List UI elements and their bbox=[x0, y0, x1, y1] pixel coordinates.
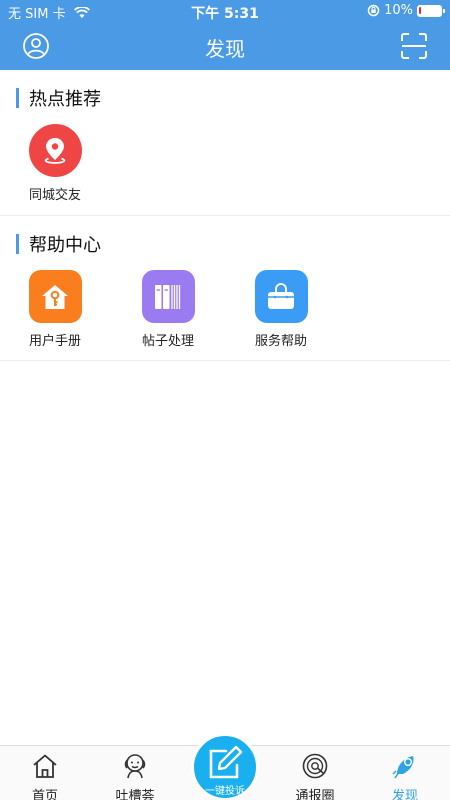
edit-pencil-icon bbox=[209, 745, 243, 779]
tab-notices[interactable]: 通报圈 bbox=[270, 746, 360, 800]
tile-label: 服务帮助 bbox=[254, 334, 307, 349]
battery-percent: 10% bbox=[384, 3, 413, 18]
tab-discover[interactable]: 发现 bbox=[360, 746, 450, 800]
tile-icon-bg bbox=[141, 270, 195, 323]
status-right: 10% bbox=[367, 3, 445, 18]
books-icon bbox=[155, 284, 181, 309]
section-accent-bar bbox=[16, 234, 19, 254]
tile-label: 用户手册 bbox=[28, 334, 81, 349]
tile-icon-bg bbox=[28, 124, 82, 177]
tab-label: 首页 bbox=[31, 789, 58, 800]
hot-recommend-section: 热点推荐 同城交友 bbox=[0, 70, 450, 216]
bag-icon bbox=[268, 282, 294, 309]
help-center-section: 帮助中心 用户手册 帖子处理 服务帮助 bbox=[0, 216, 450, 361]
battery-level bbox=[419, 6, 421, 14]
scan-icon bbox=[401, 33, 427, 59]
home-icon bbox=[33, 754, 57, 778]
tile-icon-bg bbox=[28, 270, 82, 323]
tab-complaints[interactable]: 吐槽荟 bbox=[90, 746, 180, 800]
tile-local-friends[interactable]: 同城交友 bbox=[15, 124, 95, 203]
record-icon bbox=[302, 753, 328, 779]
rocket-icon bbox=[392, 756, 414, 779]
house-key-icon bbox=[42, 284, 68, 309]
page-title: 发现 bbox=[205, 37, 245, 61]
section-header: 热点推荐 bbox=[16, 88, 101, 110]
location-pin-icon bbox=[44, 137, 66, 164]
nav-bar: 发现 bbox=[0, 24, 450, 70]
section-accent-bar bbox=[16, 88, 19, 108]
center-button-label: 一键投诉 bbox=[205, 786, 245, 797]
section-title: 帮助中心 bbox=[29, 235, 101, 256]
scan-button[interactable] bbox=[400, 32, 428, 60]
tile-service-help[interactable]: 服务帮助 bbox=[241, 270, 321, 349]
app-header: 无 SIM 卡 下午 5:31 10% 发现 bbox=[0, 0, 450, 70]
tab-label: 吐槽荟 bbox=[115, 789, 155, 800]
tile-user-manual[interactable]: 用户手册 bbox=[15, 270, 95, 349]
tab-home[interactable]: 首页 bbox=[0, 746, 90, 800]
tile-post-handling[interactable]: 帖子处理 bbox=[128, 270, 208, 349]
tile-icon-bg bbox=[254, 270, 308, 323]
section-header: 帮助中心 bbox=[16, 234, 101, 256]
tab-label: 发现 bbox=[391, 789, 418, 800]
tab-label: 通报圈 bbox=[295, 789, 335, 800]
tile-label: 帖子处理 bbox=[141, 334, 194, 349]
rotation-lock-icon bbox=[367, 4, 380, 17]
one-click-complaint-button[interactable]: 一键投诉 bbox=[191, 733, 259, 800]
section-title: 热点推荐 bbox=[29, 89, 101, 110]
tile-label: 同城交友 bbox=[28, 188, 81, 203]
mascot-icon bbox=[124, 754, 146, 779]
status-bar: 无 SIM 卡 下午 5:31 10% bbox=[0, 0, 450, 24]
battery-icon bbox=[417, 4, 445, 17]
